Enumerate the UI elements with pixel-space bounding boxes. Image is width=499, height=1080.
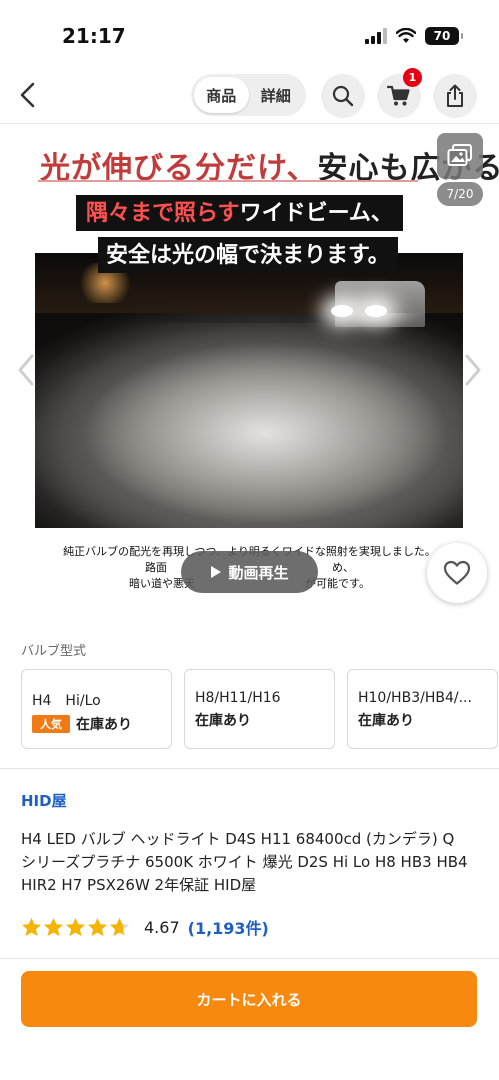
top-nav-bar: 商品 詳細 1: [0, 68, 499, 124]
heart-icon: [443, 560, 471, 585]
star-icon: [44, 917, 63, 936]
variant-section-label: バルブ型式: [21, 644, 87, 659]
play-video-label: 動画再生: [228, 563, 289, 582]
product-image-carousel[interactable]: 光が伸びる分だけ、安心も広がる 隅々まで照らすワイドビーム、 安全は光の幅で決ま…: [0, 125, 499, 625]
search-button[interactable]: [321, 74, 365, 118]
stock-status: 在庫あり: [358, 713, 414, 729]
battery-icon: 70: [425, 27, 463, 45]
share-icon: [447, 84, 463, 107]
search-icon: [332, 85, 354, 107]
image-gallery-button[interactable]: [437, 133, 483, 179]
section-divider: [0, 768, 499, 769]
variant-name: H8/H11/H16: [195, 690, 281, 706]
variant-selector: H4 Hi/Lo 人気 在庫あり H8/H11/H16 在庫あり H10/HB3…: [21, 669, 499, 749]
cellular-signal-icon: [365, 28, 387, 44]
chevron-left-icon: [20, 82, 35, 108]
image-banner-1: 隅々まで照らすワイドビーム、: [76, 195, 403, 231]
status-time: 21:17: [62, 24, 126, 48]
play-video-button[interactable]: 動画再生: [181, 551, 318, 593]
variant-option[interactable]: H4 Hi/Lo 人気 在庫あり: [21, 669, 172, 749]
cart-count-badge: 1: [403, 68, 422, 87]
star-icon: [66, 917, 85, 936]
bottom-action-bar: カートに入れる: [0, 958, 499, 1080]
add-to-cart-button[interactable]: カートに入れる: [21, 971, 477, 1027]
stock-status: 在庫あり: [195, 713, 251, 729]
carousel-next-button[interactable]: [461, 350, 485, 390]
star-icon: [110, 917, 129, 936]
variant-name: H10/HB3/HB4/...: [358, 690, 472, 706]
carousel-prev-button[interactable]: [14, 350, 38, 390]
tab-details[interactable]: 詳細: [249, 77, 304, 113]
chevron-left-icon: [18, 354, 34, 386]
wifi-icon: [396, 28, 416, 43]
headlight-road-photo: [35, 253, 463, 528]
images-icon: [447, 144, 472, 166]
image-banner-1-highlight: 隅々まで照らす: [86, 200, 240, 226]
image-banner-1-text: ワイドビーム、: [239, 200, 393, 226]
rating-value: 4.67: [144, 917, 180, 937]
view-segmented-control: 商品 詳細: [191, 74, 306, 116]
rating-row[interactable]: 4.67 (1,193件): [21, 915, 269, 939]
status-bar: 21:17 70: [0, 0, 499, 66]
headline-underline: [38, 180, 418, 182]
rating-stars: [21, 917, 130, 938]
variant-name: H4 Hi/Lo: [32, 693, 101, 709]
chevron-right-icon: [465, 354, 481, 386]
status-icons: 70: [365, 27, 463, 45]
cart-icon: [387, 85, 410, 106]
popular-badge: 人気: [32, 715, 70, 733]
shop-name-link[interactable]: HID屋: [21, 790, 67, 811]
star-icon: [22, 917, 41, 936]
product-title: H4 LED バルブ ヘッドライト D4S H11 68400cd (カンデラ)…: [21, 830, 468, 894]
share-button[interactable]: [433, 74, 477, 118]
review-count-link[interactable]: (1,193件): [188, 915, 269, 939]
star-icon: [88, 917, 107, 936]
image-page-counter: 7/20: [437, 182, 483, 206]
image-banner-2: 安全は光の幅で決まります。: [98, 237, 398, 273]
tab-product[interactable]: 商品: [194, 77, 249, 113]
cart-button[interactable]: 1: [377, 68, 422, 118]
favorite-button[interactable]: [427, 543, 487, 603]
back-button[interactable]: [14, 80, 44, 110]
play-icon: [211, 566, 222, 578]
stock-status: 在庫あり: [76, 717, 132, 733]
variant-option[interactable]: H10/HB3/HB4/... 在庫あり: [347, 669, 498, 749]
variant-option[interactable]: H8/H11/H16 在庫あり: [184, 669, 335, 749]
